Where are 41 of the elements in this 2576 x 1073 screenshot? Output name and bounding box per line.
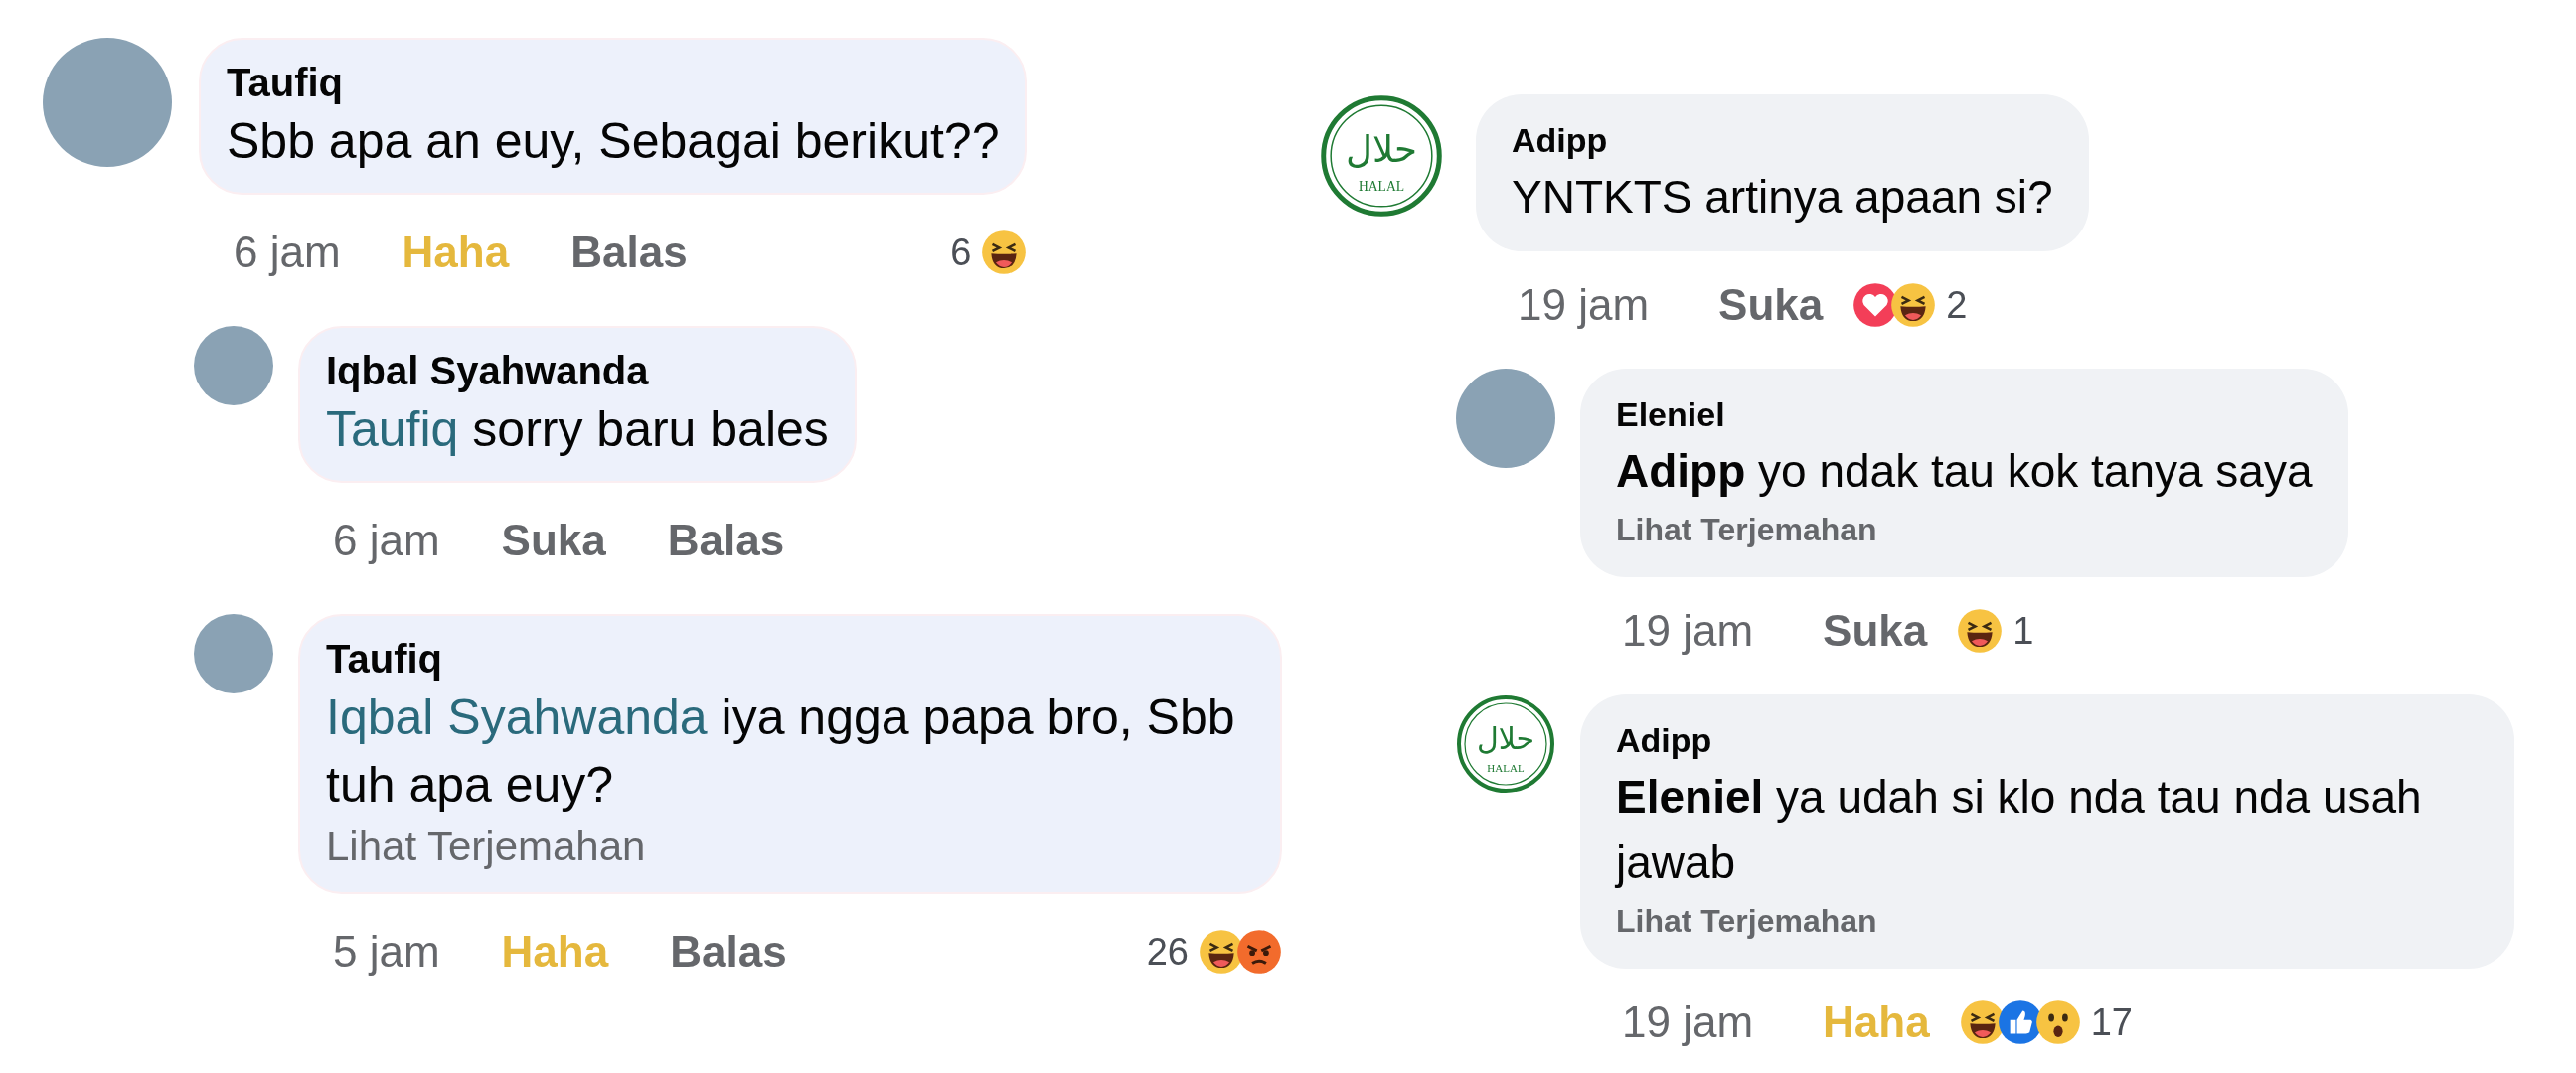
reply-link[interactable]: Balas	[670, 924, 787, 980]
reply-link[interactable]: Balas	[570, 225, 688, 280]
comment-text: Taufiq sorry baru bales	[326, 400, 829, 459]
react-link[interactable]: Suka	[501, 513, 606, 568]
comment-text: Eleniel ya udah si klo nda tau nda usah jawab	[1616, 770, 2423, 890]
reaction-count: 26	[1146, 930, 1189, 975]
comment-text: Adipp yo ndak tau kok tanya saya	[1616, 444, 2313, 499]
translate-link[interactable]: Lihat Terjemahan	[1616, 504, 2313, 555]
reaction-count: 6	[950, 230, 972, 275]
author-name[interactable]: Taufiq	[227, 58, 1000, 107]
author-name[interactable]: Eleniel	[1616, 390, 2313, 438]
author-name[interactable]: Iqbal Syahwanda	[326, 346, 829, 395]
comment-text: Sbb apa an euy, Sebagai berikut??	[227, 112, 1000, 171]
reaction-count: 1	[2012, 609, 2034, 654]
angry-reaction-icon	[1236, 929, 1282, 975]
comment-text: Iqbal Syahwanda iya ngga papa bro, Sbb tuh apa euy?	[326, 689, 1236, 815]
author-name[interactable]: Taufiq	[326, 634, 1254, 684]
mention-link[interactable]: Taufiq	[326, 401, 459, 457]
haha-reaction-icon	[981, 230, 1028, 275]
timestamp: 6 jam	[234, 227, 341, 278]
translate-link[interactable]: Lihat Terjemahan	[326, 819, 1254, 874]
timestamp: 6 jam	[333, 515, 440, 566]
react-link[interactable]: Suka	[1823, 603, 1928, 659]
timestamp: 19 jam	[1622, 996, 1754, 1048]
reaction-count: 17	[2090, 1000, 2133, 1045]
react-link[interactable]: Suka	[1718, 277, 1824, 333]
mention-link[interactable]: Adipp	[1616, 445, 1746, 497]
mention-link[interactable]: Iqbal Syahwanda	[326, 690, 708, 745]
timestamp: 19 jam	[1622, 605, 1754, 657]
author-name[interactable]: Adipp	[1616, 716, 2479, 764]
haha-reaction-icon	[1890, 282, 1937, 328]
haha-reaction-icon	[1957, 608, 2004, 654]
mention-link[interactable]: Eleniel	[1616, 771, 1764, 823]
translate-link[interactable]: Lihat Terjemahan	[1616, 895, 2479, 947]
reply-link[interactable]: Balas	[667, 513, 785, 568]
author-name[interactable]: Adipp	[1512, 116, 2053, 164]
timestamp: 19 jam	[1518, 279, 1650, 331]
comment-text: YNTKTS artinya apaan si?	[1512, 170, 2053, 225]
reaction-count: 2	[1946, 283, 1968, 328]
timestamp: 5 jam	[333, 926, 440, 978]
wow-reaction-icon	[2034, 999, 2081, 1045]
